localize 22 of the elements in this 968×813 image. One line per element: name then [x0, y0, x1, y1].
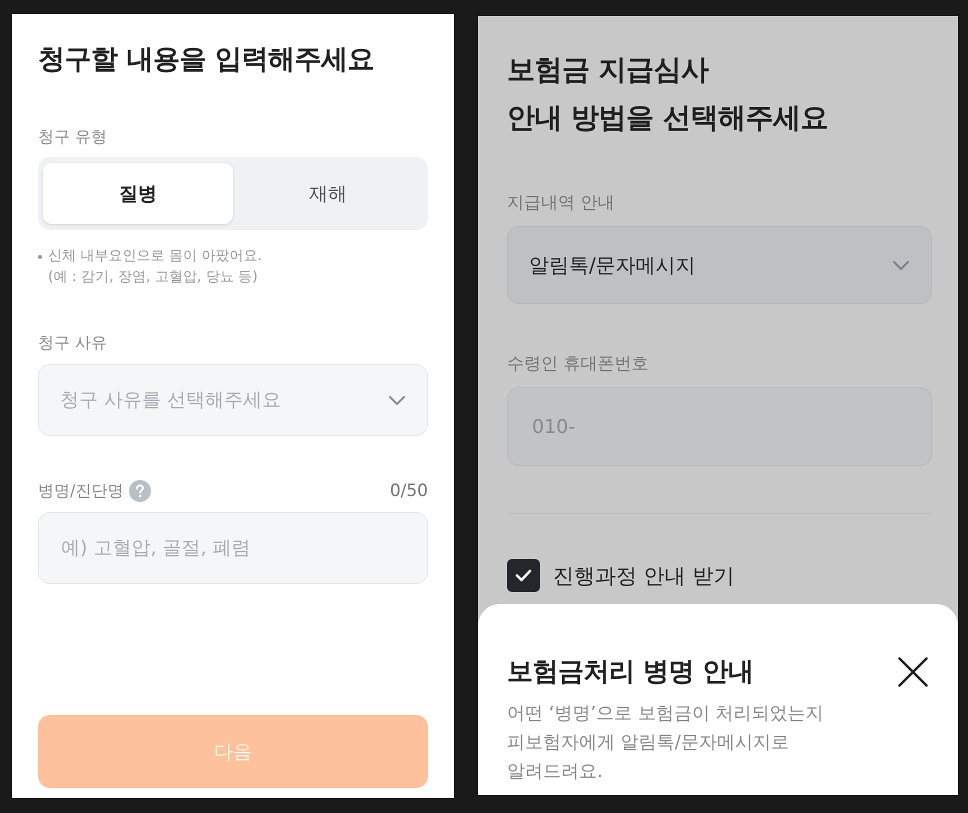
- select-field[interactable]: 알림톡/문자메시지: [507, 226, 932, 304]
- field-label: 지급내역 안내: [507, 192, 616, 214]
- chevron-down-icon: [389, 396, 405, 404]
- help-note: 신체 내부요인으로 몸이 아팠어요. (예 : 감기, 장염, 고혈압, 당뇨 등): [48, 247, 262, 287]
- checkbox-label[interactable]: 진행과정 안내 받기: [553, 562, 734, 590]
- field-label: 병명/진단명: [38, 480, 124, 502]
- field-label: 청구 사유: [38, 332, 108, 354]
- bullet-icon: [38, 255, 42, 259]
- close-icon[interactable]: [898, 657, 928, 687]
- segment-option[interactable]: 재해: [233, 163, 423, 224]
- field-label: 청구 유형: [38, 126, 108, 148]
- field-label: 수령인 휴대폰번호: [507, 353, 650, 375]
- page-title: 보험금 지급심사 안내 방법을 선택해주세요: [507, 52, 829, 136]
- sheet-title: 보험금처리 병명 안내: [507, 656, 754, 689]
- character-counter: 0/50: [390, 480, 428, 502]
- checkbox[interactable]: [507, 559, 540, 592]
- page-title: 청구할 내용을 입력해주세요: [38, 43, 375, 77]
- diagnosis-input[interactable]: 예) 고혈압, 골절, 폐렴: [38, 512, 428, 584]
- chevron-down-icon: [893, 260, 909, 270]
- check-icon: [515, 569, 532, 582]
- sheet-description: 어떤 ‘병명’으로 보험금이 처리되었는지 피보험자에게 알림톡/문자메시지로 알려드려요.: [507, 702, 825, 784]
- segment-option[interactable]: 질병: [43, 163, 233, 224]
